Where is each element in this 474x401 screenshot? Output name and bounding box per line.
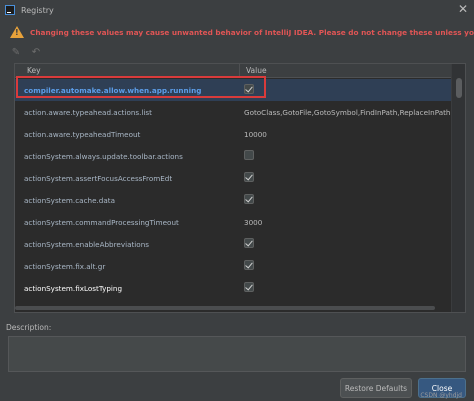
- vertical-scroll-thumb[interactable]: [456, 78, 462, 98]
- toolbar: ✎ ↶: [10, 45, 42, 59]
- table-row[interactable]: action.aware.typeahead.actions.list GotoC…: [15, 101, 451, 123]
- registry-value[interactable]: GotoClass,GotoFile,GotoSymbol,FindInPath…: [244, 108, 450, 117]
- column-header-key[interactable]: Key: [27, 66, 41, 75]
- registry-key: action.aware.typeaheadTimeout: [24, 130, 141, 139]
- table-header: Key Value: [15, 64, 451, 78]
- vertical-scrollbar[interactable]: [451, 64, 465, 312]
- registry-key: actionSystem.enableAbbreviations: [24, 240, 150, 249]
- column-divider[interactable]: [239, 64, 240, 78]
- table-body: compiler.automake.allow.when.app.running…: [15, 79, 451, 312]
- table-row[interactable]: compiler.automake.allow.when.app.running: [15, 79, 451, 101]
- window-close-icon[interactable]: ✕: [458, 2, 468, 16]
- table-row[interactable]: actionSystem.cache.data: [15, 189, 451, 211]
- watermark: CSDN @yhdjd: [420, 392, 462, 399]
- table-row[interactable]: actionSystem.fixLostTyping: [15, 277, 451, 299]
- intellij-app-icon: [5, 5, 15, 15]
- registry-key: actionSystem.fix.alt.gr: [24, 262, 106, 271]
- horizontal-scroll-thumb[interactable]: [15, 306, 435, 310]
- registry-key: actionSystem.fixLostTyping: [24, 284, 123, 293]
- value-checkbox[interactable]: [244, 84, 254, 94]
- registry-key: actionSystem.commandProcessingTimeout: [24, 218, 179, 227]
- table-row[interactable]: actionSystem.assertFocusAccessFromEdt: [15, 167, 451, 189]
- title-bar: Registry ✕: [0, 0, 474, 20]
- value-checkbox[interactable]: [244, 150, 254, 160]
- table-row[interactable]: actionSystem.always.update.toolbar.actio…: [15, 145, 451, 167]
- registry-key: compiler.automake.allow.when.app.running: [24, 86, 202, 95]
- registry-key: actionSystem.assertFocusAccessFromEdt: [24, 174, 173, 183]
- pencil-icon[interactable]: ✎: [10, 47, 22, 58]
- column-header-value[interactable]: Value: [246, 66, 267, 75]
- description-label: Description:: [6, 323, 52, 332]
- table-row[interactable]: actionSystem.fix.alt.gr: [15, 255, 451, 277]
- value-checkbox[interactable]: [244, 172, 254, 182]
- registry-key: actionSystem.cache.data: [24, 196, 115, 205]
- value-checkbox[interactable]: [244, 260, 254, 270]
- undo-icon[interactable]: ↶: [30, 47, 42, 58]
- warning-banner: Changing these values may cause unwanted…: [0, 22, 474, 42]
- table-row[interactable]: actionSystem.enableAbbreviations: [15, 233, 451, 255]
- registry-key: actionSystem.always.update.toolbar.actio…: [24, 152, 183, 161]
- warning-icon: [10, 26, 24, 38]
- registry-value[interactable]: 10000: [244, 130, 450, 139]
- warning-text: Changing these values may cause unwanted…: [30, 27, 474, 37]
- window-title: Registry: [21, 5, 54, 15]
- restore-defaults-button[interactable]: Restore Defaults: [340, 378, 412, 398]
- value-checkbox[interactable]: [244, 238, 254, 248]
- registry-value[interactable]: 3000: [244, 218, 450, 227]
- description-panel: [8, 336, 466, 372]
- horizontal-scrollbar[interactable]: [15, 304, 451, 312]
- table-row[interactable]: actionSystem.commandProcessingTimeout 300…: [15, 211, 451, 233]
- registry-table: Key Value compiler.automake.allow.when.a…: [14, 63, 466, 313]
- table-row[interactable]: action.aware.typeaheadTimeout 10000: [15, 123, 451, 145]
- registry-key: action.aware.typeahead.actions.list: [24, 108, 152, 117]
- value-checkbox[interactable]: [244, 194, 254, 204]
- value-checkbox[interactable]: [244, 282, 254, 292]
